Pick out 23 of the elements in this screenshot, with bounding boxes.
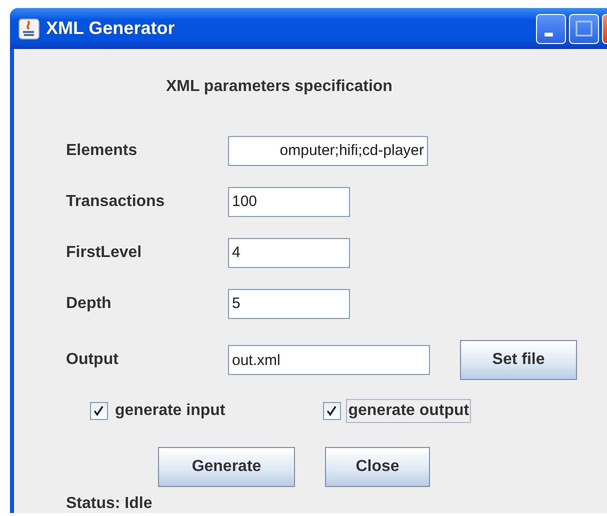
maximize-button[interactable] [569,14,599,44]
window-title: XML Generator [46,18,175,39]
input-field[interactable]: 100 [228,186,350,216]
checkbox[interactable] [90,402,108,420]
checkbox[interactable] [323,402,342,420]
checkbox-label[interactable]: generate input [113,399,228,423]
field-label: FirstLevel [66,244,143,262]
input-field[interactable]: omputer;hifi;cd-player [228,136,428,166]
checkbox-label[interactable]: generate output [346,399,472,423]
field-label: Transactions [66,192,166,210]
set-file-button[interactable]: Set file [460,340,577,380]
close-dialog-button[interactable]: Close [325,447,430,487]
input-field[interactable]: 5 [228,288,350,318]
field-label: Depth [66,294,112,312]
coffee-cup-icon [18,18,40,40]
field-label: Elements [66,142,138,160]
input-field[interactable]: 4 [228,238,350,268]
field-label: Output [66,351,120,369]
minimize-button[interactable] [536,14,566,44]
status-text: Status: Idle [66,495,152,512]
input-field[interactable]: out.xml [228,345,430,375]
generate-button[interactable]: Generate [158,447,295,487]
form-heading: XML parameters specification [166,78,392,96]
